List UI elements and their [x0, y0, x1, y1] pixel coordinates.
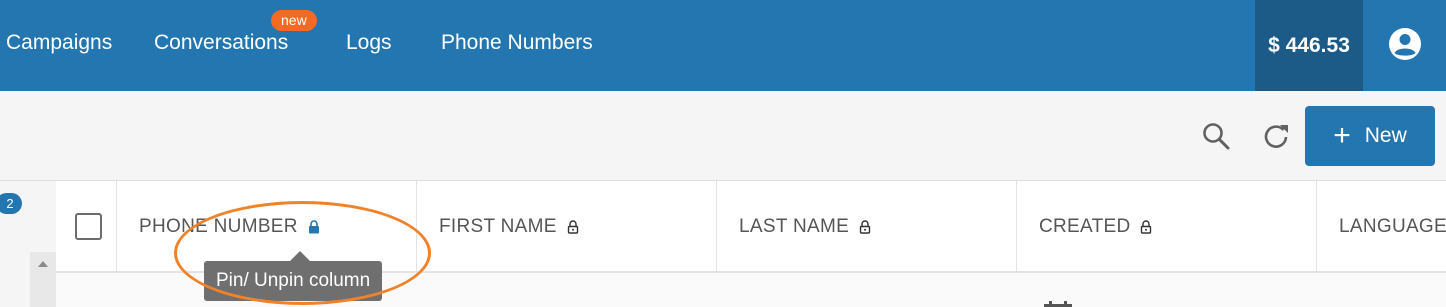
chevron-up-icon	[38, 261, 48, 267]
new-badge: new	[271, 10, 317, 31]
table-toolbar: + New	[0, 91, 1446, 181]
column-label: LAST NAME	[739, 216, 850, 237]
column-divider	[416, 181, 417, 271]
account-circle-icon[interactable]	[1387, 26, 1423, 62]
top-nav-bar: Campaigns Conversations new Logs Phone N…	[0, 0, 1446, 91]
new-button-label: New	[1364, 124, 1407, 147]
select-all-checkbox[interactable]	[75, 213, 102, 240]
lock-open-icon[interactable]	[859, 220, 871, 234]
column-label: PHONE NUMBER	[139, 216, 298, 237]
search-icon[interactable]	[1201, 121, 1231, 151]
plus-icon: +	[1333, 119, 1351, 152]
pin-column-tooltip: Pin/ Unpin column	[204, 261, 383, 301]
column-header-created[interactable]: CREATED	[1039, 215, 1152, 239]
column-label: CREATED	[1039, 216, 1131, 237]
calendar-icon	[1044, 301, 1072, 307]
nav-item-campaigns[interactable]: Campaigns	[6, 30, 112, 56]
balance-value: $ 446.53	[1268, 33, 1350, 57]
column-divider	[116, 181, 117, 271]
nav-item-phone-numbers[interactable]: Phone Numbers	[441, 30, 593, 56]
refresh-icon[interactable]	[1261, 121, 1291, 151]
account-balance[interactable]: $ 446.53	[1255, 0, 1363, 91]
new-button[interactable]: + New	[1305, 106, 1435, 166]
lock-closed-icon[interactable]	[308, 220, 320, 234]
row-count-badge: 2	[0, 193, 22, 214]
lock-open-icon[interactable]	[1140, 220, 1152, 234]
column-label: LANGUAGE	[1339, 216, 1446, 237]
lock-open-icon[interactable]	[567, 220, 579, 234]
tooltip-arrow	[290, 251, 310, 261]
column-header-first-name[interactable]: FIRST NAME	[439, 215, 579, 239]
table-header-row: PHONE NUMBER FIRST NAME LAST NAME CREATE…	[56, 181, 1446, 273]
column-header-phone-number[interactable]: PHONE NUMBER	[139, 215, 320, 239]
column-label: FIRST NAME	[439, 216, 557, 237]
column-divider	[716, 181, 717, 271]
column-header-language[interactable]: LANGUAGE	[1339, 215, 1446, 239]
nav-item-logs[interactable]: Logs	[346, 30, 392, 56]
column-divider	[1316, 181, 1317, 271]
column-divider	[1016, 181, 1017, 271]
nav-item-conversations[interactable]: Conversations	[154, 30, 288, 56]
column-header-last-name[interactable]: LAST NAME	[739, 215, 871, 239]
scroll-up-button[interactable]	[30, 252, 56, 307]
